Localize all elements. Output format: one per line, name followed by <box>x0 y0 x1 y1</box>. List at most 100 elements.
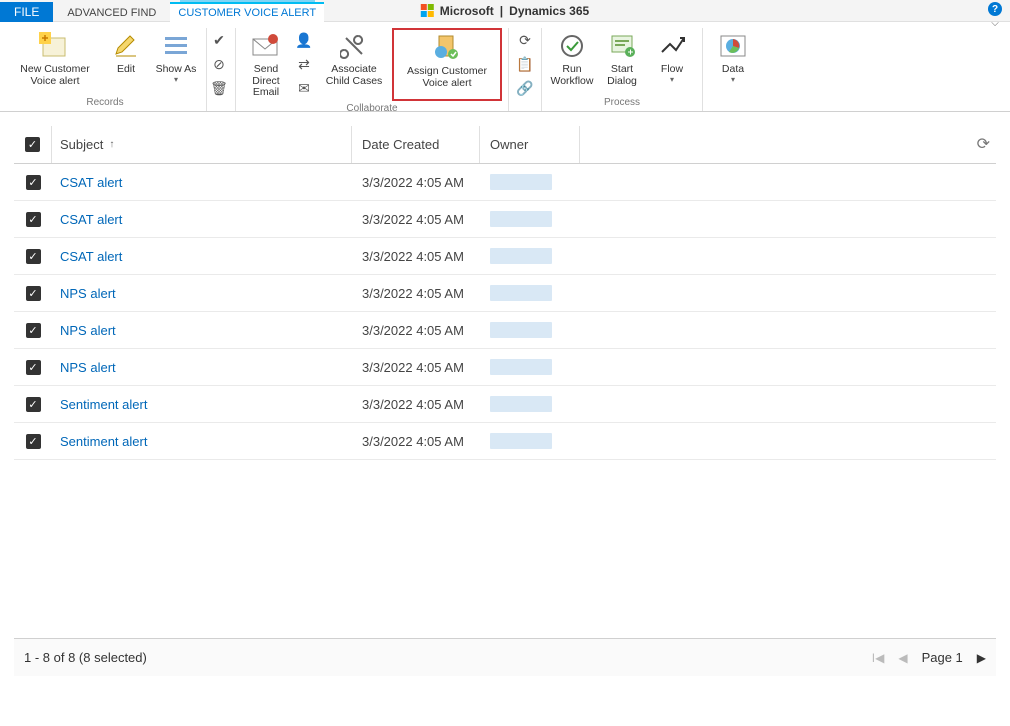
row-checkbox[interactable]: ✓ <box>14 212 52 227</box>
row-subject-link[interactable]: NPS alert <box>52 323 352 338</box>
brand-company: Microsoft <box>440 4 494 18</box>
data-button[interactable]: Data ▾ <box>709 28 757 95</box>
owner-placeholder <box>490 211 552 227</box>
assign-icon[interactable]: 👤 <box>294 30 314 50</box>
send-direct-email-button[interactable]: Send Direct Email <box>242 28 290 101</box>
table-row[interactable]: ✓ NPS alert3/3/2022 4:05 AM <box>14 349 996 386</box>
first-page-icon[interactable]: I◀ <box>872 651 885 665</box>
run-workflow-button[interactable]: Run Workflow <box>548 28 596 95</box>
checkbox-icon[interactable]: ✓ <box>26 249 41 264</box>
refresh-mini-icon[interactable]: ⟳ <box>515 30 535 50</box>
new-customer-voice-alert-button[interactable]: New Customer Voice alert <box>10 28 100 95</box>
table-row[interactable]: ✓CSAT alert3/3/2022 4:05 AM <box>14 201 996 238</box>
owner-placeholder <box>490 285 552 301</box>
copy-link-icon[interactable]: 📋 <box>515 54 535 74</box>
tab-file[interactable]: FILE <box>0 2 53 22</box>
column-subject[interactable]: Subject ↑ <box>52 126 352 163</box>
row-checkbox[interactable]: ✓ <box>14 286 52 301</box>
column-subject-label: Subject <box>60 137 103 152</box>
show-as-button[interactable]: Show As ▾ <box>152 28 200 95</box>
app-header: FILE ADVANCED FIND LIST TOOLS CUSTOMER V… <box>0 0 1010 22</box>
row-checkbox[interactable]: ✓ <box>14 323 52 338</box>
email-icon <box>250 30 282 62</box>
microsoft-logo-icon <box>421 4 434 17</box>
column-date-created[interactable]: Date Created <box>352 126 480 163</box>
collaborate-mini-2: ⟳ 📋 🔗 <box>509 28 542 111</box>
table-row[interactable]: ✓Sentiment alert3/3/2022 4:05 AM <box>14 423 996 460</box>
table-row[interactable]: ✓CSAT alert3/3/2022 4:05 AM <box>14 164 996 201</box>
row-checkbox[interactable]: ✓ <box>14 175 52 190</box>
table-row[interactable]: ✓NPS alert3/3/2022 4:05 AM <box>14 312 996 349</box>
row-checkbox[interactable]: ✓ <box>14 360 52 375</box>
prev-page-icon[interactable]: ◀ <box>898 651 907 665</box>
grid-footer: 1 - 8 of 8 (8 selected) I◀ ◀ Page 1 ▶ <box>14 638 996 676</box>
row-date: 3/3/2022 4:05 AM <box>352 397 480 412</box>
row-checkbox[interactable]: ✓ <box>14 249 52 264</box>
row-subject-link[interactable]: CSAT alert <box>52 175 352 190</box>
column-owner[interactable]: Owner <box>480 126 580 163</box>
new-alert-label: New Customer Voice alert <box>12 64 98 87</box>
edit-button[interactable]: Edit <box>102 28 150 95</box>
table-row[interactable]: ✓ CSAT alert3/3/2022 4:05 AM <box>14 238 996 275</box>
tools-icon <box>338 30 370 62</box>
row-subject-link[interactable]: NPS alert <box>52 360 352 375</box>
share-icon[interactable]: ⇄ <box>294 54 314 74</box>
associate-child-cases-button[interactable]: Associate Child Cases <box>318 28 390 101</box>
content-area: ✓ Subject ↑ Date Created Owner ⟳ ✓ CSAT a… <box>0 112 1010 460</box>
table-row[interactable]: ✓NPS alert3/3/2022 4:05 AM <box>14 275 996 312</box>
ribbon-group-process: Run Workflow Start Dialog Flow ▾ Process <box>542 28 703 111</box>
select-all-column[interactable]: ✓ <box>14 126 52 163</box>
table-row[interactable]: ✓ Sentiment alert3/3/2022 4:05 AM <box>14 386 996 423</box>
flow-button[interactable]: Flow ▾ <box>648 28 696 95</box>
row-subject-link[interactable]: NPS alert <box>52 286 352 301</box>
refresh-icon[interactable]: ⟳ <box>977 134 990 154</box>
start-dialog-button[interactable]: Start Dialog <box>598 28 646 95</box>
chevron-down-icon: ▾ <box>174 76 178 85</box>
edit-label: Edit <box>117 64 135 76</box>
checkbox-icon[interactable]: ✓ <box>25 137 40 152</box>
next-page-icon[interactable]: ▶ <box>977 651 986 665</box>
edit-icon <box>110 30 142 62</box>
flow-icon <box>656 30 688 62</box>
row-subject-link[interactable]: CSAT alert <box>52 249 352 264</box>
email-link-icon[interactable]: ✉ <box>294 78 314 98</box>
row-owner <box>480 174 580 190</box>
row-checkbox[interactable]: ✓ <box>14 397 52 412</box>
row-checkbox[interactable]: ✓ <box>14 434 52 449</box>
collaborate-mini: 👤 ⇄ ✉ <box>292 28 316 101</box>
row-subject-link[interactable]: CSAT alert <box>52 212 352 227</box>
row-owner <box>480 359 580 375</box>
checkbox-icon[interactable]: ✓ <box>26 397 41 412</box>
delete-icon[interactable]: 🗑 <box>209 78 229 98</box>
brand-divider: | <box>500 4 503 18</box>
show-as-label: Show As <box>156 64 197 76</box>
help-icon[interactable]: ? <box>988 2 1002 16</box>
associate-child-label: Associate Child Cases <box>320 64 388 87</box>
link-icon[interactable]: 🔗 <box>515 78 535 98</box>
tab-customer-voice-alert[interactable]: CUSTOMER VOICE ALERT <box>170 2 324 22</box>
owner-placeholder <box>490 174 552 190</box>
tab-advanced-find[interactable]: ADVANCED FIND <box>53 4 170 22</box>
data-label: Data <box>722 64 744 76</box>
row-date: 3/3/2022 4:05 AM <box>352 249 480 264</box>
start-dialog-label: Start Dialog <box>600 64 644 87</box>
row-subject-link[interactable]: Sentiment alert <box>52 434 352 449</box>
collapse-ribbon-icon[interactable]: ⌵ <box>991 18 999 29</box>
ribbon-group-collaborate: Send Direct Email 👤 ⇄ ✉ Associate Child … <box>236 28 509 111</box>
row-date: 3/3/2022 4:05 AM <box>352 360 480 375</box>
deactivate-icon[interactable]: ⊘ <box>209 54 229 74</box>
checkbox-icon[interactable]: ✓ <box>26 434 41 449</box>
collaborate-group-label: Collaborate <box>346 101 397 117</box>
activate-icon[interactable]: ✔ <box>209 30 229 50</box>
list-icon <box>160 30 192 62</box>
checkbox-icon[interactable]: ✓ <box>26 175 41 190</box>
row-subject-link[interactable]: Sentiment alert <box>52 397 352 412</box>
owner-placeholder <box>490 359 552 375</box>
checkbox-icon[interactable]: ✓ <box>26 286 41 301</box>
row-owner <box>480 396 580 412</box>
assign-customer-voice-alert-button[interactable]: Assign Customer Voice alert <box>392 28 502 101</box>
checkbox-icon[interactable]: ✓ <box>26 212 41 227</box>
brand-product: Dynamics 365 <box>509 4 589 18</box>
checkbox-icon[interactable]: ✓ <box>26 360 41 375</box>
checkbox-icon[interactable]: ✓ <box>26 323 41 338</box>
